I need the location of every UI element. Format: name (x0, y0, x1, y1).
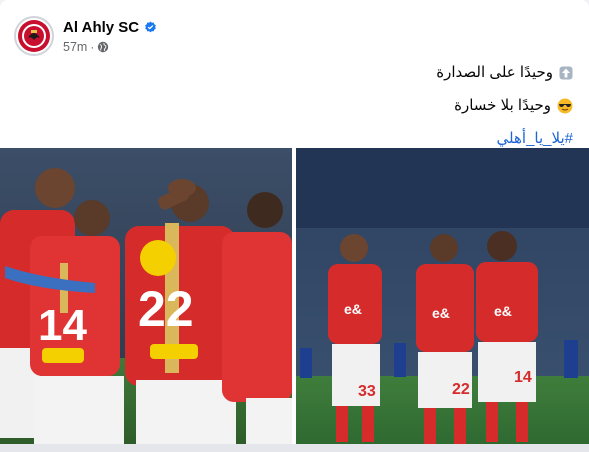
post-header: Al Ahly SC 57m · (14, 14, 157, 58)
post-line-2: وحيدًا بلا خسارة (33, 95, 573, 117)
svg-text:22: 22 (452, 381, 470, 398)
post-line-1-text: وحيدًا على الصدارة (436, 64, 553, 81)
svg-text:33: 33 (358, 383, 376, 400)
page-avatar[interactable] (14, 16, 54, 56)
svg-text:e&: e& (432, 305, 450, 321)
svg-text:e&: e& (494, 303, 512, 319)
svg-text:14: 14 (514, 369, 532, 386)
post-line-2-text: وحيدًا بلا خسارة (454, 97, 551, 114)
post-time[interactable]: 57m (63, 40, 87, 54)
svg-text:14: 14 (38, 301, 87, 350)
svg-text:22: 22 (138, 281, 194, 337)
sunglasses-emoji-icon (557, 98, 573, 114)
verified-badge-icon (145, 21, 156, 32)
photo-grid: 14 22 33 22 14 e& e& e& (0, 148, 589, 444)
hashtag-link[interactable]: #يلا_يا_أهلي (33, 128, 573, 150)
photo-celebration[interactable]: 14 22 (0, 148, 292, 444)
post-card: Al Ahly SC 57m · وحيدًا على الصدارة وحيد… (0, 0, 589, 452)
post-line-1: وحيدًا على الصدارة (33, 62, 573, 84)
photo-players-standing[interactable]: 33 22 14 e& e& e& (296, 148, 589, 444)
svg-text:e&: e& (344, 301, 362, 317)
globe-icon[interactable] (97, 41, 109, 53)
page-name[interactable]: Al Ahly SC (63, 19, 139, 36)
post-text: وحيدًا على الصدارة وحيدًا بلا خسارة #يلا… (33, 62, 573, 150)
next-photo-row-edge (0, 444, 589, 452)
separator-dot: · (90, 40, 95, 54)
al-ahly-logo-icon (18, 20, 50, 52)
up-arrow-emoji-icon (559, 66, 573, 80)
